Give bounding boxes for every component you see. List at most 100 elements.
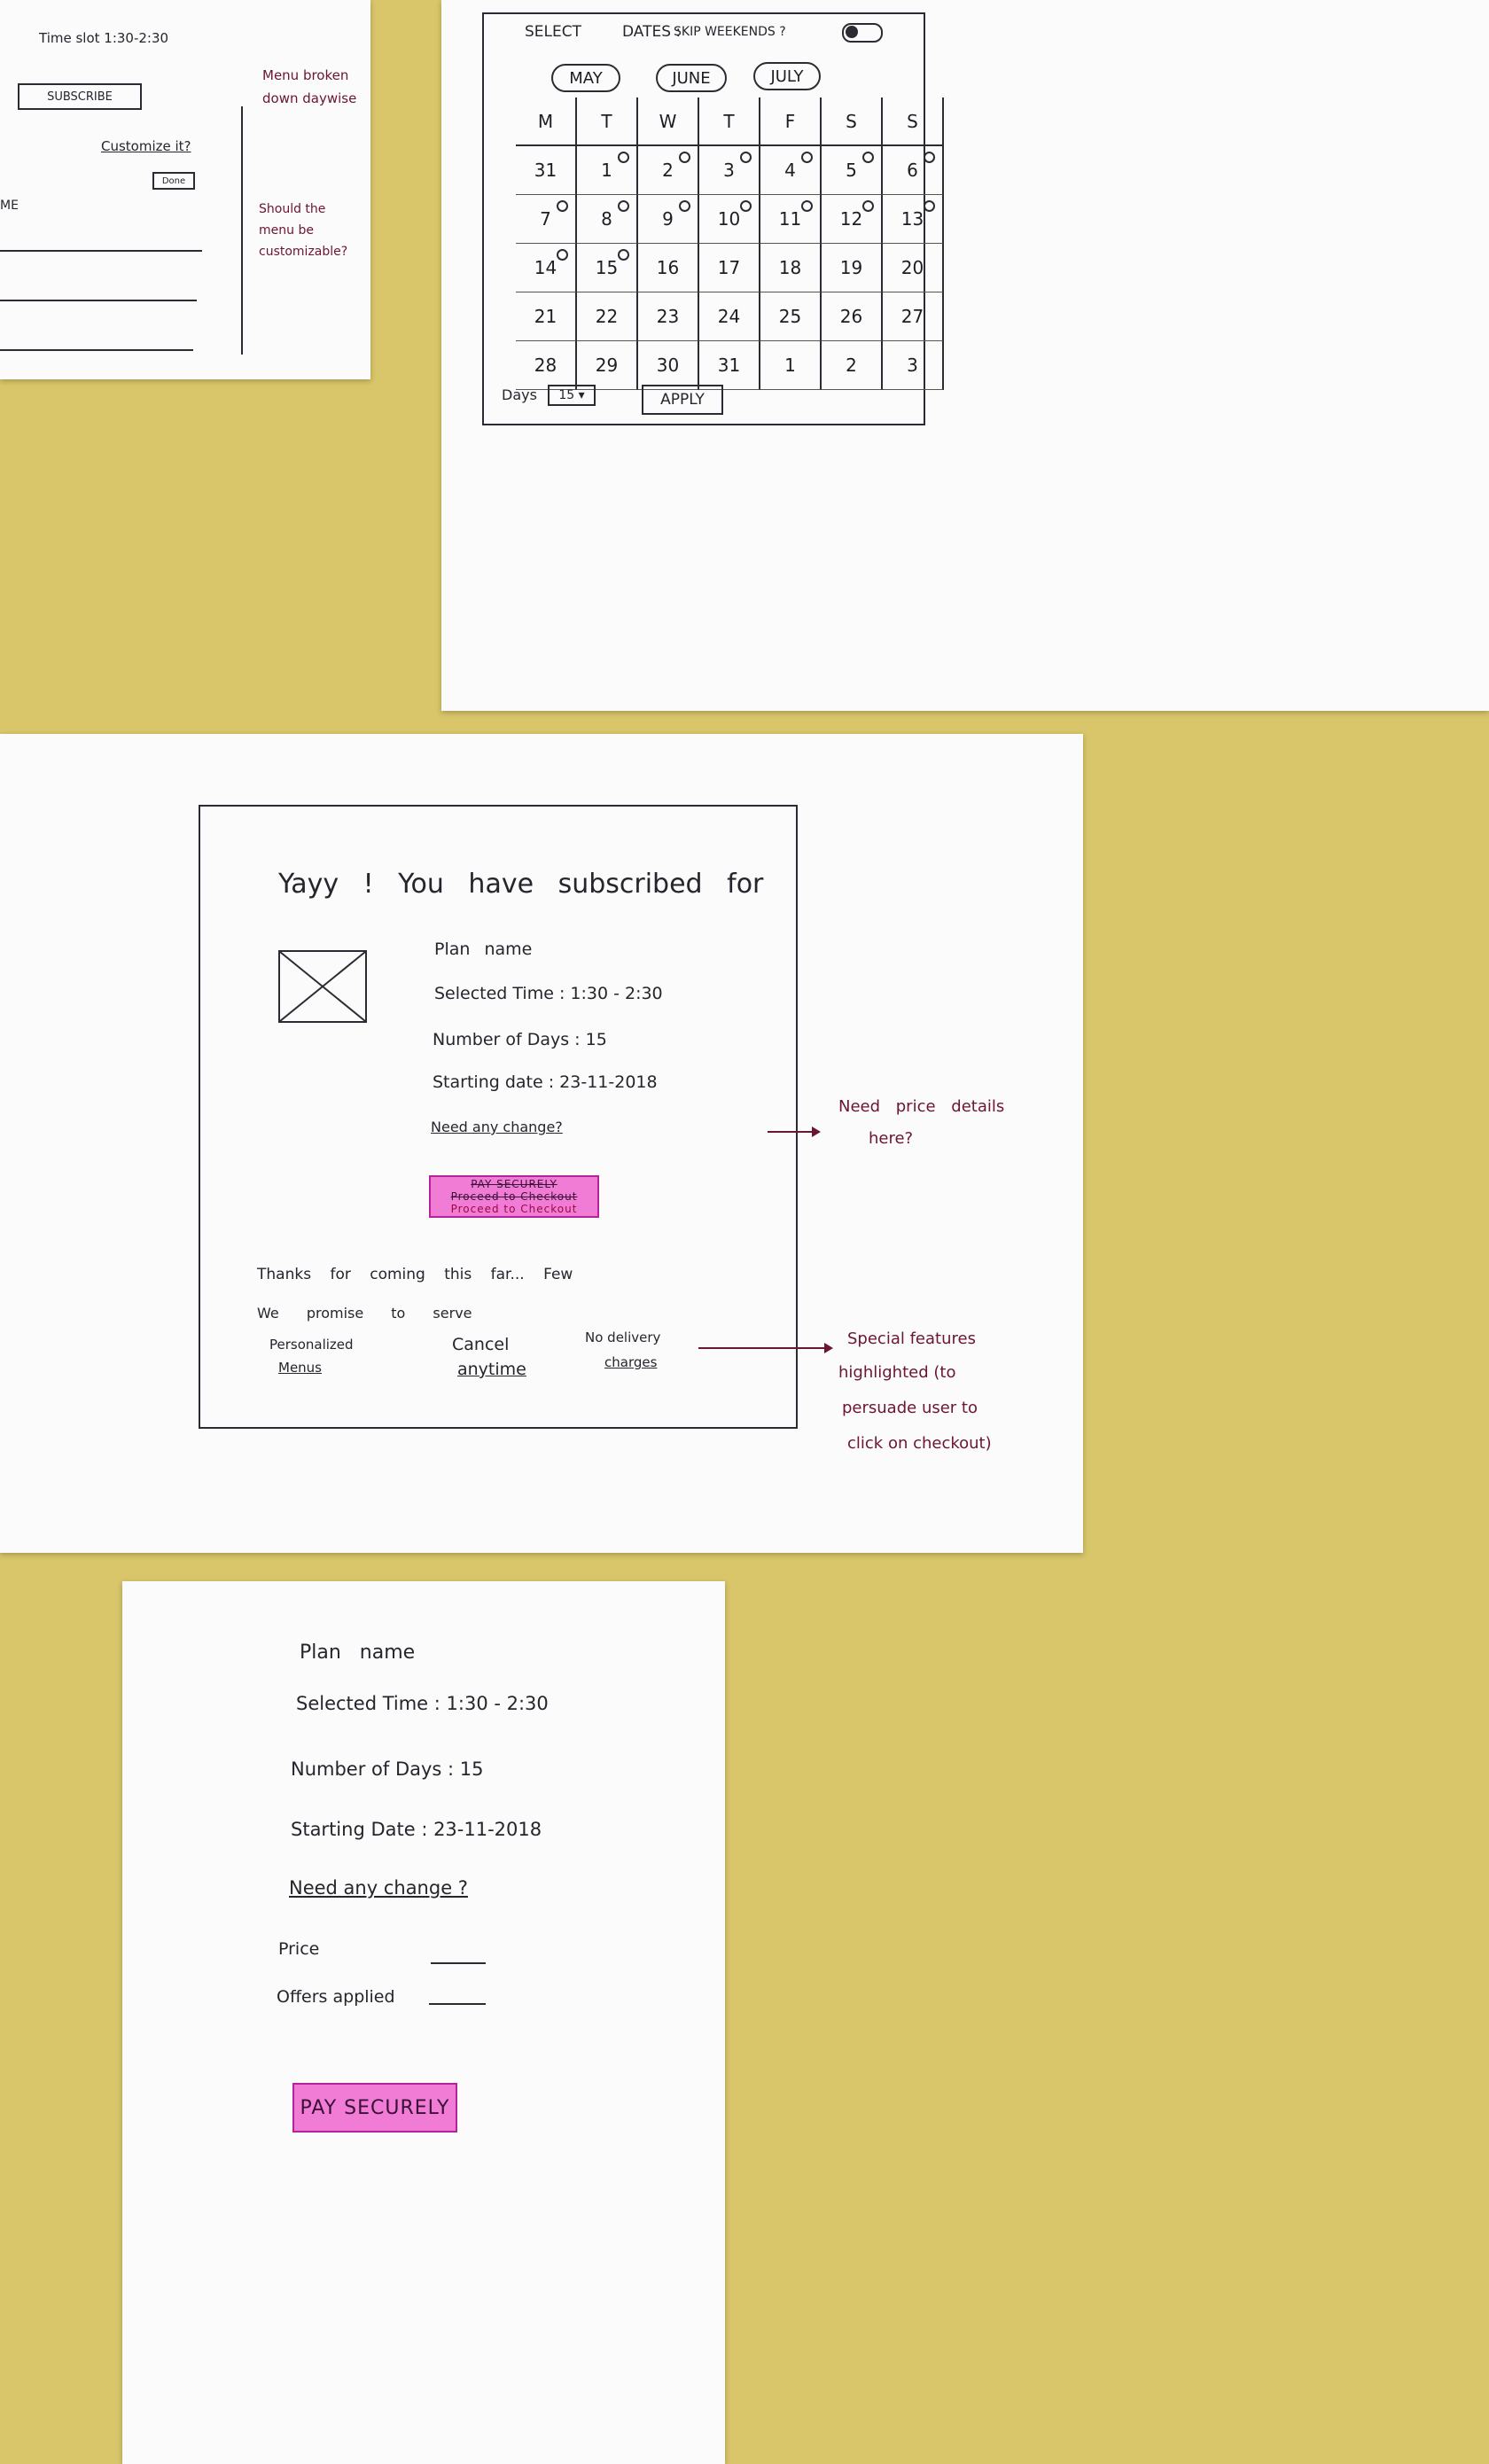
wireframe-sheet-confirmation: Yayy ! You have subscribed for Plan name… — [0, 734, 1083, 1553]
need-change-link[interactable]: Need any change? — [431, 1119, 563, 1135]
day-cell-selected[interactable]: 1 — [577, 146, 638, 195]
day-label: 13 — [900, 208, 924, 230]
need-change-link[interactable]: Need any change ? — [289, 1877, 468, 1899]
day-cell-selected[interactable]: 14 — [516, 244, 577, 292]
day-cell[interactable]: 2 — [822, 341, 883, 390]
day-cell[interactable]: 20 — [883, 244, 944, 292]
day-cell[interactable]: 21 — [516, 292, 577, 341]
day-cell[interactable]: 22 — [577, 292, 638, 341]
starting-date: Starting Date : 23-11-2018 — [291, 1819, 542, 1840]
day-cell[interactable]: 26 — [822, 292, 883, 341]
day-cell[interactable]: 25 — [760, 292, 822, 341]
weekday-thu: T — [699, 97, 760, 146]
weekday-sat: S — [822, 97, 883, 146]
day-label: 9 — [662, 208, 674, 230]
day-label: 3 — [723, 160, 735, 181]
day-cell[interactable]: 23 — [638, 292, 699, 341]
plan-name: Plan name — [300, 1641, 416, 1664]
day-cell-selected[interactable]: 9 — [638, 195, 699, 244]
day-label: 14 — [534, 257, 557, 278]
apply-button[interactable]: APPLY — [642, 385, 723, 415]
day-label: 25 — [778, 306, 802, 327]
day-label: 22 — [595, 306, 619, 327]
day-cell[interactable]: 18 — [760, 244, 822, 292]
wireframe-sheet-menu: Time slot 1:30-2:30 SUBSCRIBE Customize … — [0, 0, 370, 379]
selected-dot-icon — [679, 152, 690, 163]
day-label: 15 — [595, 257, 619, 278]
day-label: 12 — [839, 208, 863, 230]
feature-delivery-line2: charges — [604, 1354, 658, 1370]
feature-cancel-line1: Cancel — [452, 1335, 510, 1354]
small-done-button[interactable]: Done — [152, 172, 195, 190]
weekday-fri: F — [760, 97, 822, 146]
wireframe-sheet-calendar: SELECT DATES : SKIP WEEKENDS ? MAY JUNE … — [441, 0, 1489, 711]
day-label: 24 — [717, 306, 741, 327]
subscribe-button[interactable]: SUBSCRIBE — [18, 83, 142, 110]
day-cell-selected[interactable]: 10 — [699, 195, 760, 244]
day-cell-selected[interactable]: 11 — [760, 195, 822, 244]
day-cell[interactable]: 16 — [638, 244, 699, 292]
day-label: 8 — [601, 208, 612, 230]
plan-image-placeholder — [278, 950, 367, 1023]
selected-dot-icon — [801, 152, 813, 163]
feature-delivery-line1: No delivery — [585, 1329, 661, 1345]
note-price-line1: Need price details — [838, 1097, 1005, 1116]
day-cell[interactable]: 17 — [699, 244, 760, 292]
day-label: 19 — [839, 257, 863, 278]
day-cell-selected[interactable]: 5 — [822, 146, 883, 195]
feature-personalized-line1: Personalized — [269, 1337, 354, 1353]
day-cell[interactable]: 30 — [638, 341, 699, 390]
checkout-label-struck: Proceed to Checkout — [450, 1190, 578, 1203]
day-cell-selected[interactable]: 3 — [699, 146, 760, 195]
plan-name: Plan name — [434, 940, 533, 959]
day-cell[interactable]: 3 — [883, 341, 944, 390]
price-value-blank — [431, 1962, 486, 1964]
day-cell-selected[interactable]: 13 — [883, 195, 944, 244]
note-customizable: Should the menu be customizable? — [259, 202, 348, 259]
day-cell-selected[interactable]: 15 — [577, 244, 638, 292]
time-slot-text: Time slot 1:30-2:30 — [39, 30, 169, 46]
menu-line-2 — [0, 300, 197, 301]
month-may-button[interactable]: MAY — [551, 64, 620, 92]
offers-label: Offers applied — [277, 1987, 395, 2007]
day-cell-selected[interactable]: 2 — [638, 146, 699, 195]
day-cell[interactable]: 24 — [699, 292, 760, 341]
customize-link[interactable]: Customize it? — [101, 138, 191, 154]
day-label: 16 — [656, 257, 680, 278]
day-cell[interactable]: 31 — [699, 341, 760, 390]
dates-label: DATES : — [622, 23, 682, 41]
day-label: 2 — [846, 355, 857, 376]
day-label: 17 — [717, 257, 741, 278]
day-cell-selected[interactable]: 6 — [883, 146, 944, 195]
selected-dot-icon — [740, 200, 752, 212]
day-cell[interactable]: 19 — [822, 244, 883, 292]
image-placeholder-icon — [280, 952, 365, 1021]
selected-dot-icon — [557, 200, 568, 212]
days-dropdown[interactable]: 15 ▾ — [548, 385, 596, 406]
selected-dot-icon — [862, 200, 874, 212]
day-cell[interactable]: 27 — [883, 292, 944, 341]
price-label: Price — [278, 1939, 320, 1959]
note-menu-daywise: Menu broken down daywise — [262, 67, 357, 106]
day-label: 18 — [778, 257, 802, 278]
day-cell-selected[interactable]: 8 — [577, 195, 638, 244]
day-cell-selected[interactable]: 12 — [822, 195, 883, 244]
day-cell[interactable]: 29 — [577, 341, 638, 390]
weekday-sun: S — [883, 97, 944, 146]
pay-securely-button[interactable]: PAY SECURELY Proceed to Checkout Proceed… — [429, 1175, 599, 1218]
note-features-line2: highlighted (to — [838, 1363, 956, 1382]
pay-securely-button[interactable]: PAY SECURELY — [292, 2083, 457, 2133]
arrow-icon — [698, 1343, 833, 1353]
menu-line-1 — [0, 250, 202, 252]
day-cell[interactable]: 28 — [516, 341, 577, 390]
day-label: 28 — [534, 355, 557, 376]
day-cell-selected[interactable]: 4 — [760, 146, 822, 195]
month-july-button[interactable]: JULY — [753, 62, 821, 90]
number-of-days: Number of Days : 15 — [433, 1030, 607, 1049]
day-cell[interactable]: 31 — [516, 146, 577, 195]
day-cell-selected[interactable]: 7 — [516, 195, 577, 244]
skip-weekends-toggle[interactable] — [842, 23, 883, 43]
day-cell[interactable]: 1 — [760, 341, 822, 390]
month-june-button[interactable]: JUNE — [656, 64, 727, 92]
day-label: 1 — [601, 160, 612, 181]
